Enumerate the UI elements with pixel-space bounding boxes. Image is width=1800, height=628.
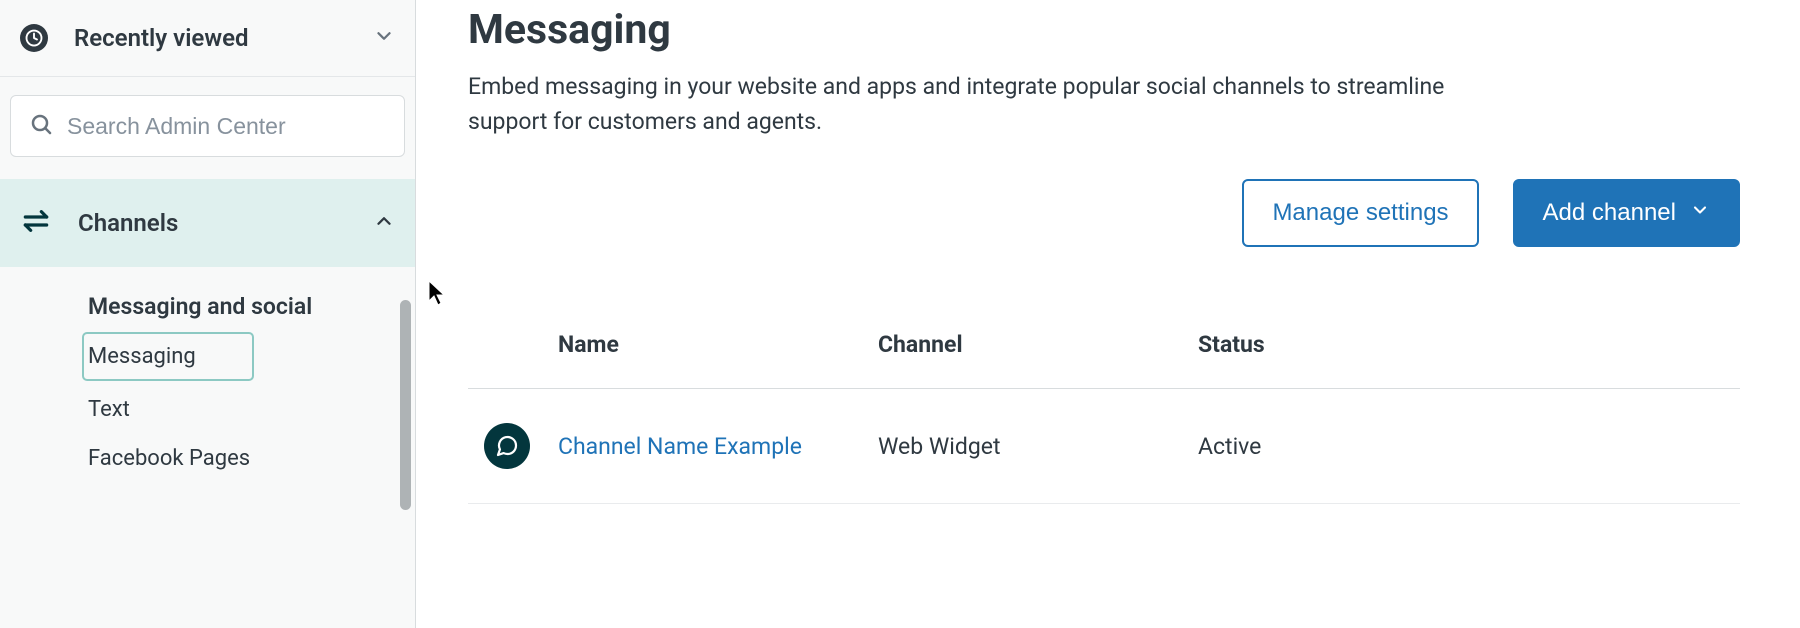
search-input[interactable] (67, 113, 386, 140)
search-box[interactable] (10, 95, 405, 157)
chevron-up-icon (373, 210, 395, 236)
cell-channel: Web Widget (878, 433, 1198, 460)
nav-item-messaging[interactable]: Messaging (82, 332, 254, 381)
chevron-down-icon (373, 25, 395, 51)
arrows-icon (20, 205, 52, 241)
nav-section-channels[interactable]: Channels (0, 179, 415, 267)
cell-status: Active (1198, 433, 1518, 460)
scrollbar-thumb[interactable] (400, 300, 411, 510)
nav-section-label: Channels (78, 209, 347, 237)
manage-settings-label: Manage settings (1272, 199, 1448, 227)
recently-viewed-row[interactable]: Recently viewed (0, 0, 415, 77)
table-header: Name Channel Status (468, 331, 1740, 389)
search-wrap (0, 77, 415, 179)
th-status: Status (1198, 331, 1518, 358)
page-title: Messaging (468, 6, 1740, 54)
table-row[interactable]: Channel Name Example Web Widget Active (468, 389, 1740, 504)
nav-item-text[interactable]: Text (88, 385, 415, 434)
action-bar: Manage settings Add channel (468, 179, 1740, 247)
nav-subgroup-title: Messaging and social (88, 293, 415, 320)
add-channel-button[interactable]: Add channel (1513, 179, 1740, 247)
th-name: Name (558, 331, 878, 358)
sidebar: Recently viewed Channels Messaging and s… (0, 0, 416, 628)
clock-icon (20, 24, 48, 52)
th-channel: Channel (878, 331, 1198, 358)
chevron-down-icon (1690, 199, 1710, 227)
recently-viewed-label: Recently viewed (74, 24, 347, 52)
chat-icon (484, 423, 530, 469)
cell-name[interactable]: Channel Name Example (558, 433, 878, 460)
channels-table: Name Channel Status Channel Name Example… (468, 331, 1740, 504)
page-description: Embed messaging in your website and apps… (468, 70, 1468, 139)
nav-item-facebook-pages[interactable]: Facebook Pages (88, 434, 415, 483)
manage-settings-button[interactable]: Manage settings (1242, 179, 1478, 247)
main-content: Messaging Embed messaging in your websit… (416, 0, 1800, 628)
nav-subgroup: Messaging and social Messaging Text Face… (0, 267, 415, 483)
search-icon (29, 112, 53, 140)
add-channel-label: Add channel (1543, 199, 1676, 227)
